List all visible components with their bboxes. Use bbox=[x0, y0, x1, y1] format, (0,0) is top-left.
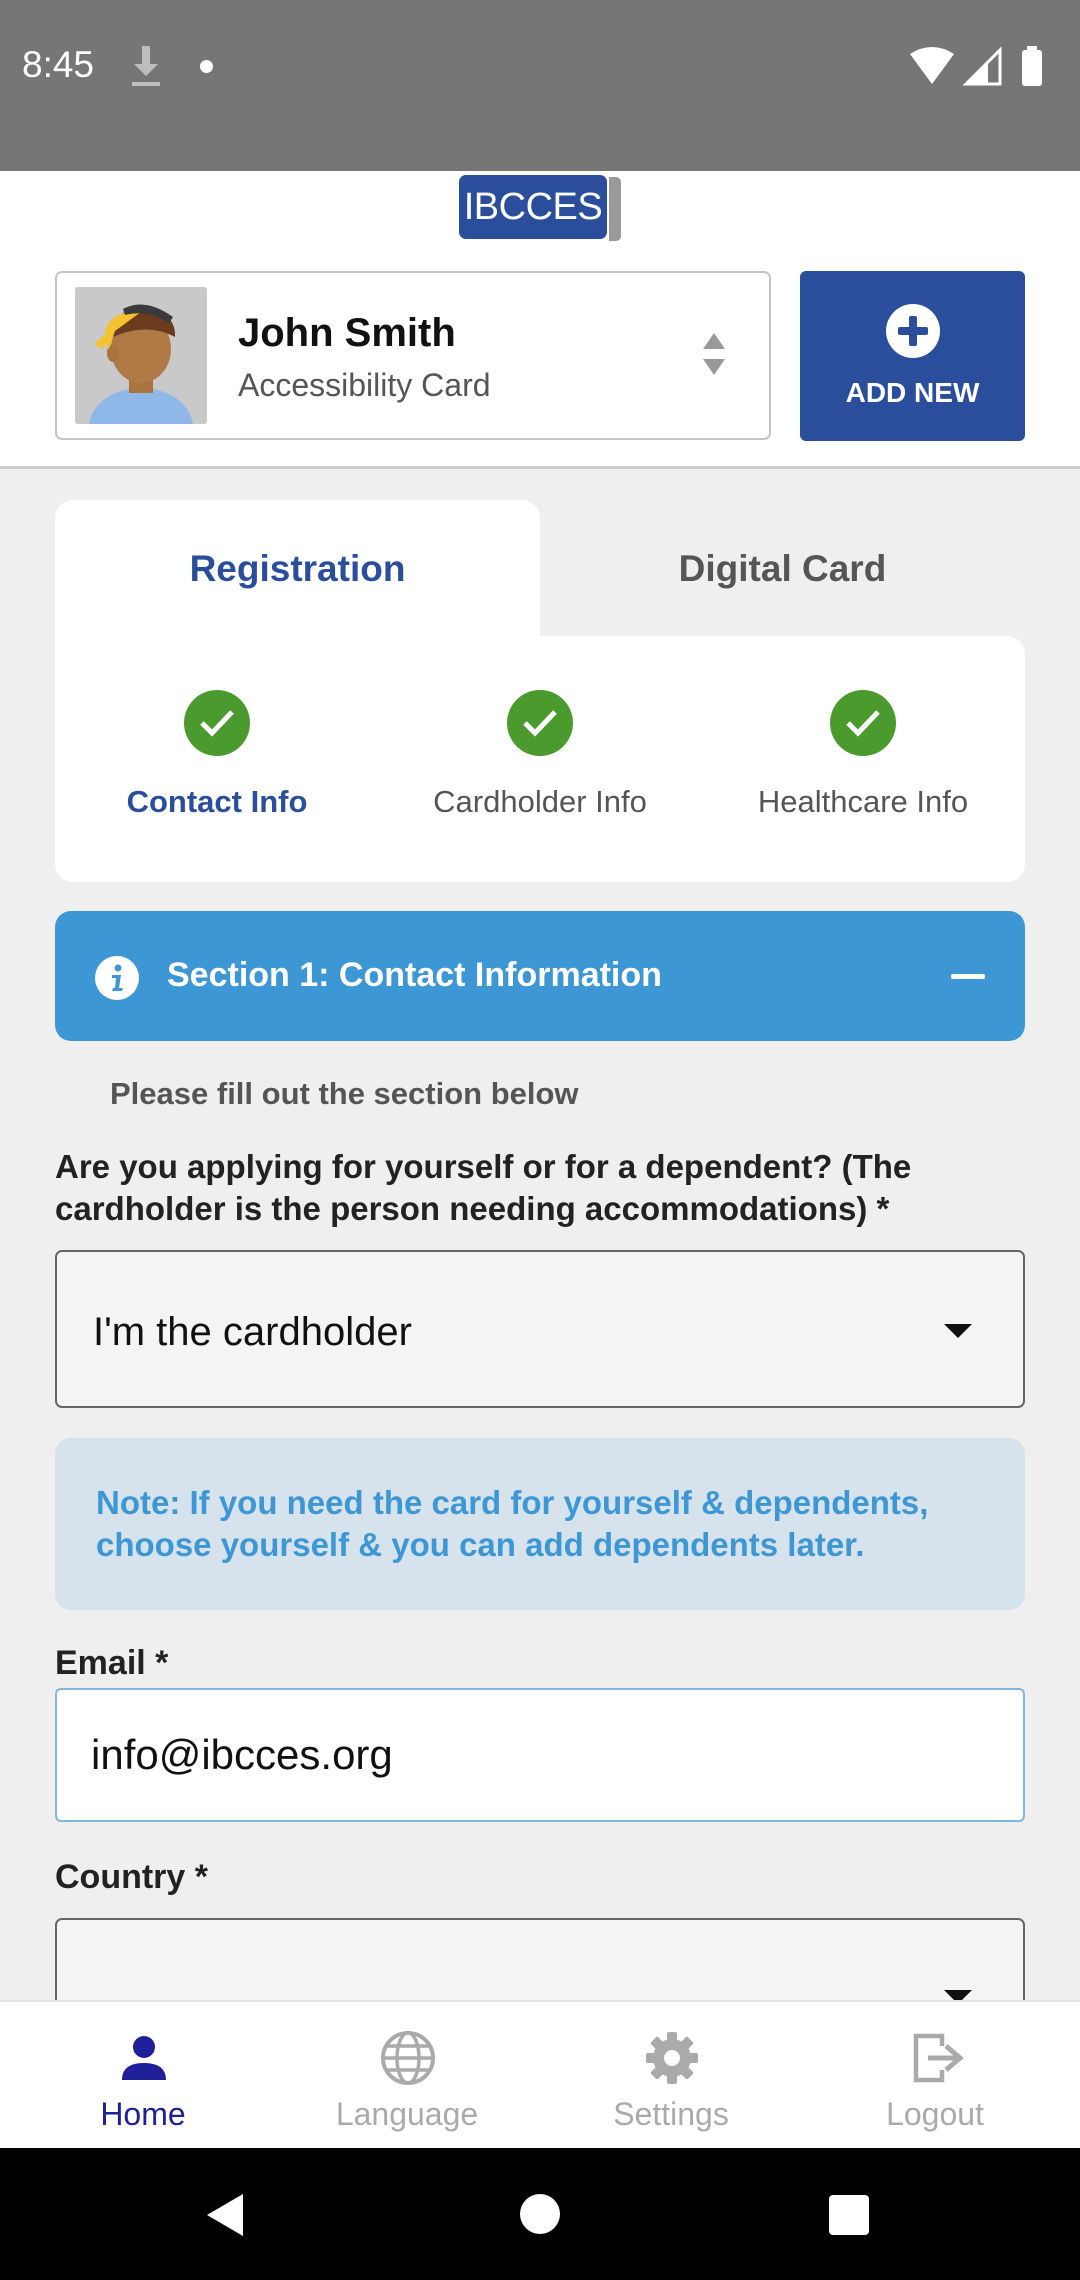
email-field[interactable] bbox=[55, 1688, 1025, 1822]
person-icon bbox=[122, 2036, 166, 2080]
wifi-icon bbox=[910, 47, 954, 84]
avatar bbox=[75, 287, 207, 424]
profile-selector[interactable]: John Smith Accessibility Card bbox=[55, 271, 771, 440]
logout-icon bbox=[913, 2033, 964, 2083]
add-new-label: ADD NEW bbox=[845, 377, 980, 408]
plus-circle-icon bbox=[886, 304, 940, 358]
applicant-question-label: Are you applying for yourself or for a d… bbox=[55, 1148, 912, 1227]
step-contact-info[interactable]: Contact Info bbox=[55, 690, 379, 820]
back-icon[interactable] bbox=[203, 2192, 247, 2238]
battery-icon bbox=[1022, 50, 1042, 86]
step-label: Healthcare Info bbox=[757, 784, 969, 819]
check-circle-icon bbox=[184, 690, 250, 756]
country-label: Country * bbox=[55, 1858, 208, 1896]
logo-text: IBCCES bbox=[459, 175, 607, 239]
notification-dot-icon bbox=[200, 60, 213, 73]
home-circle-icon[interactable] bbox=[518, 2192, 562, 2236]
email-label: Email * bbox=[55, 1644, 169, 1682]
step-healthcare-info[interactable]: Healthcare Info bbox=[701, 690, 1025, 820]
nav-settings[interactable]: Settings bbox=[536, 2002, 806, 2150]
nav-label: Language bbox=[335, 2096, 479, 2132]
check-circle-icon bbox=[507, 690, 573, 756]
nav-label: Home bbox=[100, 2096, 186, 2132]
status-time: 8:45 bbox=[22, 44, 95, 85]
gear-icon bbox=[646, 2032, 698, 2084]
applicant-type-select[interactable]: I'm the cardholder bbox=[55, 1250, 1025, 1408]
tab-digital-card[interactable]: Digital Card bbox=[540, 500, 1025, 636]
add-new-button[interactable]: ADD NEW bbox=[800, 271, 1025, 441]
section-header-toggle[interactable]: Section 1: Contact Information bbox=[55, 911, 1025, 1041]
nav-home[interactable]: Home bbox=[8, 2002, 278, 2150]
system-status-icons bbox=[910, 46, 1042, 86]
section-instructions: Please fill out the section below bbox=[110, 1076, 579, 1111]
step-label: Contact Info bbox=[126, 784, 308, 819]
applicant-type-value: I'm the cardholder bbox=[93, 1310, 412, 1354]
nav-label: Logout bbox=[886, 2096, 984, 2132]
nav-logout[interactable]: Logout bbox=[800, 2002, 1070, 2150]
profile-name: John Smith bbox=[238, 311, 456, 355]
recents-icon[interactable] bbox=[828, 2194, 870, 2236]
sort-arrows-icon bbox=[703, 333, 725, 375]
app-header: IBCCES John Smith Accessibility Card ADD… bbox=[0, 171, 1080, 469]
info-icon bbox=[95, 956, 139, 1000]
system-navigation-bar bbox=[0, 2148, 1080, 2280]
step-cardholder-info[interactable]: Cardholder Info bbox=[378, 690, 702, 820]
tab-registration[interactable]: Registration bbox=[55, 500, 540, 640]
check-circle-icon bbox=[830, 690, 896, 756]
note-text: Note: If you need the card for yourself … bbox=[96, 1484, 929, 1563]
dropdown-caret-icon bbox=[944, 1324, 972, 1338]
section-title: Section 1: Contact Information bbox=[167, 956, 662, 994]
nav-language[interactable]: Language bbox=[272, 2002, 542, 2150]
dependents-note: Note: If you need the card for yourself … bbox=[55, 1438, 1025, 1610]
download-icon bbox=[132, 46, 160, 86]
profile-card-type: Accessibility Card bbox=[238, 367, 491, 403]
nav-label: Settings bbox=[613, 2096, 729, 2132]
step-label: Cardholder Info bbox=[433, 784, 647, 819]
status-bar: 8:45 bbox=[0, 0, 1080, 171]
globe-icon bbox=[381, 2031, 435, 2085]
bottom-nav: Home Language Settings Logout bbox=[0, 2000, 1080, 2148]
collapse-icon bbox=[951, 974, 985, 979]
registration-steps: Contact Info Cardholder Info Healthcare … bbox=[55, 636, 1025, 882]
ibcces-logo: IBCCES bbox=[459, 173, 622, 241]
